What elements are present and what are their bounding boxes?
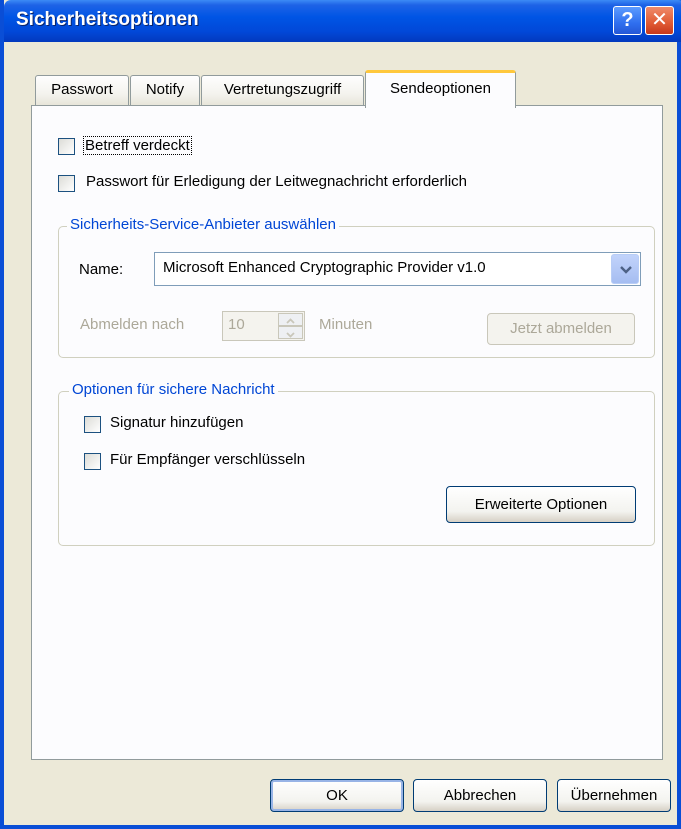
verschluesseln-checkbox[interactable]	[84, 453, 101, 470]
verschluesseln-label[interactable]: Für Empfänger verschlüsseln	[110, 451, 305, 468]
tab-vertretungszugriff[interactable]: Vertretungszugriff	[201, 75, 364, 106]
tab-label: Notify	[145, 81, 185, 98]
tab-label: Vertretungszugriff	[223, 81, 342, 98]
close-icon: ✕	[651, 9, 668, 31]
help-icon: ?	[621, 9, 634, 31]
uebernehmen-label: Übernehmen	[570, 787, 658, 804]
arrow-down-icon	[286, 332, 295, 338]
spin-up-button[interactable]	[278, 313, 303, 326]
name-label: Name:	[79, 261, 124, 278]
close-button[interactable]: ✕	[645, 6, 674, 35]
passwort-erledigung-label[interactable]: Passwort für Erledigung der Leitwegnachr…	[86, 173, 467, 190]
tab-label: Passwort	[51, 81, 113, 98]
dropdown-arrow-button[interactable]	[611, 254, 639, 284]
sendeoptionen-panel: Betreff verdeckt Passwort für Erledigung…	[31, 105, 663, 760]
abbrechen-label: Abbrechen	[443, 787, 517, 804]
passwort-erledigung-checkbox[interactable]	[58, 175, 75, 192]
signatur-label[interactable]: Signatur hinzufügen	[110, 414, 243, 431]
window-title: Sicherheitsoptionen	[16, 9, 199, 30]
help-button[interactable]: ?	[613, 6, 642, 35]
jetzt-abmelden-label: Jetzt abmelden	[510, 320, 612, 337]
signatur-checkbox[interactable]	[84, 416, 101, 433]
tab-label: Sendeoptionen	[390, 80, 491, 97]
minutes-spinner[interactable]: 10	[222, 311, 305, 341]
erweiterte-optionen-label: Erweiterte Optionen	[474, 496, 608, 513]
security-options-dialog: Sicherheitsoptionen ? ✕ Passwort Notify …	[0, 0, 681, 829]
minuten-label: Minuten	[319, 316, 373, 333]
abbrechen-button[interactable]: Abbrechen	[413, 779, 547, 812]
tab-passwort[interactable]: Passwort	[35, 75, 129, 106]
jetzt-abmelden-button[interactable]: Jetzt abmelden	[487, 313, 635, 345]
provider-group-caption: Sicherheits-Service-Anbieter auswählen	[67, 216, 339, 233]
chevron-down-icon	[620, 266, 632, 274]
title-bar[interactable]: Sicherheitsoptionen ? ✕	[4, 0, 681, 42]
provider-select-value: Microsoft Enhanced Cryptographic Provide…	[163, 259, 486, 276]
minutes-value: 10	[228, 316, 245, 333]
abmelden-label: Abmelden nach	[80, 316, 185, 333]
provider-select[interactable]: Microsoft Enhanced Cryptographic Provide…	[154, 252, 641, 286]
erweiterte-optionen-button[interactable]: Erweiterte Optionen	[446, 486, 636, 523]
betreff-verdeckt-checkbox[interactable]	[58, 138, 75, 155]
ok-button[interactable]: OK	[270, 779, 404, 812]
uebernehmen-button[interactable]: Übernehmen	[557, 779, 671, 812]
tab-notify[interactable]: Notify	[130, 75, 200, 106]
betreff-verdeckt-label[interactable]: Betreff verdeckt	[83, 136, 192, 155]
spinner-buttons	[278, 313, 303, 339]
spin-down-button[interactable]	[278, 326, 303, 339]
tab-sendeoptionen[interactable]: Sendeoptionen	[365, 70, 516, 108]
secure-message-group-caption: Optionen für sichere Nachricht	[69, 381, 278, 398]
ok-label: OK	[326, 787, 348, 804]
